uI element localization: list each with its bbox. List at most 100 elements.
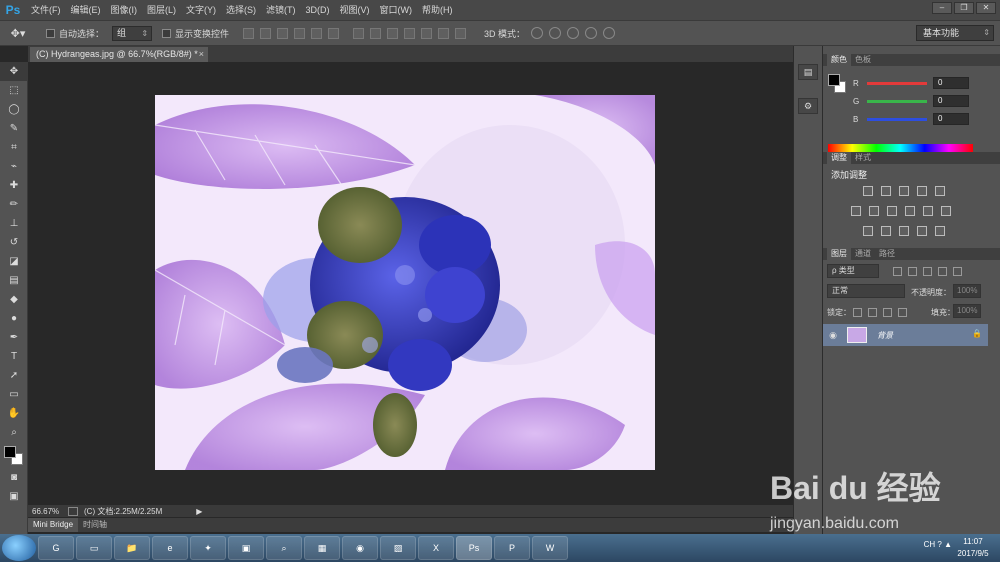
stamp-tool-icon[interactable]: ⊥: [0, 214, 28, 233]
3d-slide-icon[interactable]: [585, 27, 598, 39]
menu-type[interactable]: 文字(Y): [181, 0, 221, 20]
blend-mode-dropdown[interactable]: 正常: [827, 284, 905, 298]
posterize-icon[interactable]: [881, 226, 891, 236]
auto-select-checkbox[interactable]: [46, 28, 55, 38]
distribute-vcenter-icon[interactable]: [370, 27, 382, 39]
document-tab[interactable]: (C) Hydrangeas.jpg @ 66.7%(RGB/8#) * ×: [30, 47, 208, 62]
quick-select-tool-icon[interactable]: ✎: [0, 119, 28, 138]
blue-slider[interactable]: [867, 117, 927, 121]
distribute-bottom-icon[interactable]: [387, 27, 399, 39]
hydrangea-image[interactable]: [155, 95, 655, 470]
healing-tool-icon[interactable]: ✚: [0, 176, 28, 195]
menu-edit[interactable]: 编辑(E): [66, 0, 106, 20]
taskbar-app-4[interactable]: ✦: [190, 536, 226, 560]
taskbar-app-8[interactable]: ◉: [342, 536, 378, 560]
panel-foreground-swatch[interactable]: [828, 74, 840, 86]
menu-layer[interactable]: 图层(L): [142, 0, 181, 20]
align-hcenter-icon[interactable]: [311, 27, 323, 39]
history-brush-tool-icon[interactable]: ↺: [0, 233, 28, 252]
minimize-button[interactable]: –: [932, 2, 952, 14]
taskbar-app-1[interactable]: ▭: [76, 536, 112, 560]
taskbar-app-3[interactable]: e: [152, 536, 188, 560]
blur-tool-icon[interactable]: ◆: [0, 290, 28, 309]
eraser-tool-icon[interactable]: ◪: [0, 252, 28, 271]
3d-roll-icon[interactable]: [549, 27, 562, 39]
properties-panel-icon[interactable]: ⚙: [798, 98, 818, 114]
close-tab-icon[interactable]: ×: [199, 47, 204, 62]
channel-mixer-icon[interactable]: [923, 206, 933, 216]
taskbar-app-13[interactable]: W: [532, 536, 568, 560]
type-tool-icon[interactable]: T: [0, 347, 28, 366]
vibrance-icon[interactable]: [935, 186, 945, 196]
menu-help[interactable]: 帮助(H): [417, 0, 458, 20]
lock-position-icon[interactable]: [883, 308, 892, 317]
brightness-icon[interactable]: [863, 186, 873, 196]
curves-icon[interactable]: [899, 186, 909, 196]
taskbar-app-9[interactable]: ▨: [380, 536, 416, 560]
layer-filter-dropdown[interactable]: ρ 类型: [827, 264, 879, 278]
selective-color-icon[interactable]: [917, 226, 927, 236]
crop-tool-icon[interactable]: ⌗: [0, 138, 28, 157]
black-white-icon[interactable]: [887, 206, 897, 216]
taskbar-app-10[interactable]: X: [418, 536, 454, 560]
path-select-tool-icon[interactable]: ➚: [0, 366, 28, 385]
filter-pixel-icon[interactable]: [893, 267, 902, 276]
move-tool-icon[interactable]: ✥: [0, 62, 28, 81]
blue-value-input[interactable]: 0: [933, 113, 969, 125]
color-lookup-icon[interactable]: [941, 206, 951, 216]
green-slider[interactable]: [867, 99, 927, 103]
taskbar-app-0[interactable]: G: [38, 536, 74, 560]
distribute-left-icon[interactable]: [404, 27, 416, 39]
taskbar-app-11[interactable]: Ps: [456, 536, 492, 560]
layer-row-background[interactable]: ◉ 背景 🔒: [823, 324, 988, 346]
exposure-icon[interactable]: [917, 186, 927, 196]
close-button[interactable]: ✕: [976, 2, 996, 14]
3d-rotate-icon[interactable]: [531, 27, 544, 39]
menu-image[interactable]: 图像(I): [106, 0, 143, 20]
pen-tool-icon[interactable]: ✒: [0, 328, 28, 347]
tab-channels[interactable]: 通道: [851, 248, 875, 260]
menu-select[interactable]: 选择(S): [221, 0, 261, 20]
taskbar-app-6[interactable]: ⌕: [266, 536, 302, 560]
brush-tool-icon[interactable]: ✏: [0, 195, 28, 214]
fill-input[interactable]: 100%: [953, 304, 981, 318]
move-tool-preset-icon[interactable]: ✥▾: [0, 27, 36, 40]
visibility-eye-icon[interactable]: ◉: [823, 330, 843, 341]
invert-icon[interactable]: [863, 226, 873, 236]
menu-3d[interactable]: 3D(D): [301, 0, 335, 20]
lock-transparency-icon[interactable]: [853, 308, 862, 317]
lock-pixels-icon[interactable]: [868, 308, 877, 317]
tab-swatches[interactable]: 色板: [851, 54, 875, 66]
menu-file[interactable]: 文件(F): [26, 0, 66, 20]
status-menu-arrow-icon[interactable]: ▶: [196, 507, 202, 516]
color-balance-icon[interactable]: [869, 206, 879, 216]
3d-scale-icon[interactable]: [603, 27, 616, 39]
clock[interactable]: 11:07 2017/9/5: [952, 536, 994, 560]
distribute-top-icon[interactable]: [353, 27, 365, 39]
status-info-icon[interactable]: [68, 506, 78, 516]
gradient-map-icon[interactable]: [935, 226, 945, 236]
canvas-area[interactable]: [28, 62, 793, 502]
filter-adjustment-icon[interactable]: [908, 267, 917, 276]
hand-tool-icon[interactable]: ✋: [0, 404, 28, 423]
layer-name[interactable]: 背景: [877, 330, 893, 341]
dodge-tool-icon[interactable]: ●: [0, 309, 28, 328]
auto-align-icon[interactable]: [455, 27, 467, 39]
taskbar-app-5[interactable]: ▣: [228, 536, 264, 560]
tab-styles[interactable]: 样式: [851, 152, 875, 164]
lock-all-icon[interactable]: [898, 308, 907, 317]
rectangle-tool-icon[interactable]: ▭: [0, 385, 28, 404]
color-swatches[interactable]: [0, 442, 28, 468]
align-left-icon[interactable]: [294, 27, 306, 39]
zoom-tool-icon[interactable]: ⌕: [0, 423, 28, 442]
align-top-icon[interactable]: [243, 27, 255, 39]
auto-select-dropdown[interactable]: 组: [112, 25, 153, 41]
workspace-dropdown[interactable]: 基本功能: [916, 25, 994, 41]
taskbar-app-7[interactable]: ▦: [304, 536, 340, 560]
tab-adjustments[interactable]: 调整: [827, 152, 851, 164]
threshold-icon[interactable]: [899, 226, 909, 236]
photo-filter-icon[interactable]: [905, 206, 915, 216]
restore-button[interactable]: ❐: [954, 2, 974, 14]
tab-layers[interactable]: 图层: [827, 248, 851, 260]
system-tray[interactable]: CH ? ▲: [924, 540, 952, 549]
